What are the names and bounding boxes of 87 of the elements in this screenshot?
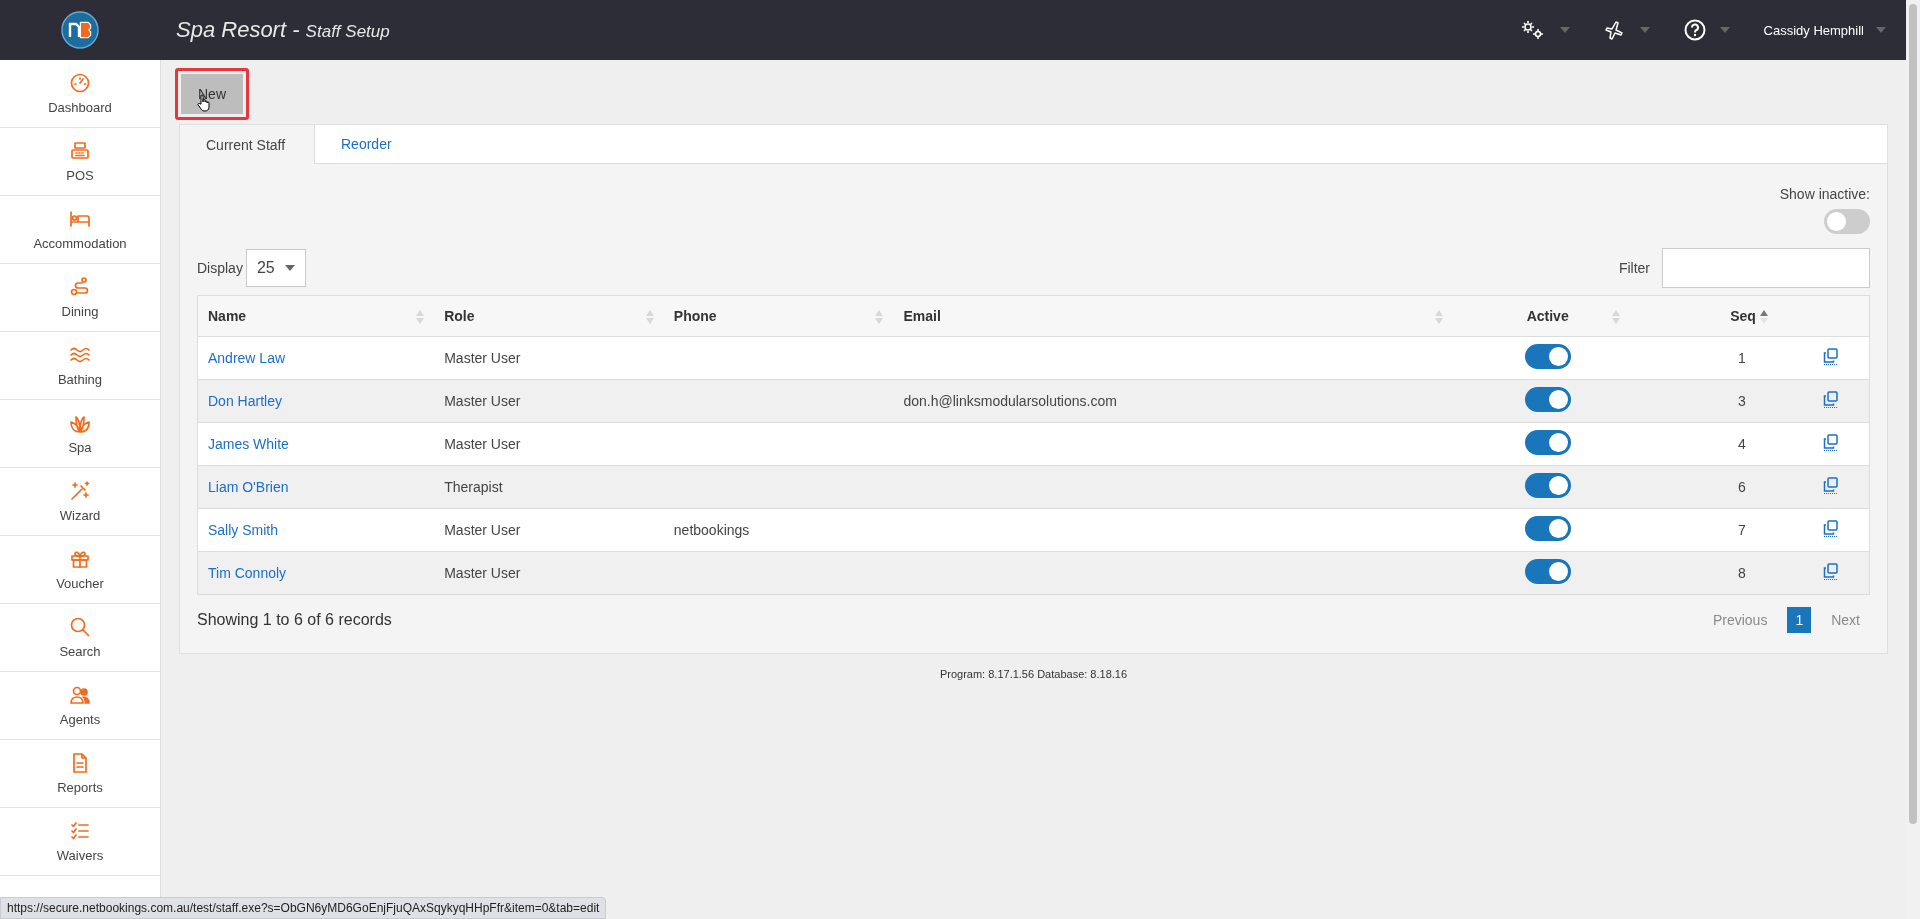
copy-icon[interactable] [1823, 477, 1840, 494]
toggle-switch[interactable] [1524, 516, 1571, 541]
table-cell: 4 [1641, 422, 1794, 466]
checklist-icon [69, 820, 91, 842]
table-cell: 6 [1641, 465, 1794, 509]
page-size-select[interactable]: 25 [245, 249, 306, 287]
toggle-switch[interactable] [1824, 209, 1870, 234]
sidebar-item[interactable]: Voucher [0, 536, 160, 604]
table-cell: Therapist [434, 465, 664, 509]
table-cell: netbookings [663, 508, 894, 552]
bed-icon [69, 208, 91, 230]
show-inactive-label: Show inactive: [1779, 186, 1870, 202]
copy-icon[interactable] [1823, 391, 1840, 408]
toggle-switch[interactable] [1524, 559, 1571, 584]
logo-icon[interactable] [61, 11, 99, 49]
column-header[interactable]: Role [434, 295, 664, 337]
toggle-switch[interactable] [1524, 387, 1571, 412]
caret-icon [1719, 27, 1730, 33]
sidebar-item[interactable]: Spa [0, 400, 160, 468]
filter-field[interactable] [1662, 248, 1870, 288]
column-header[interactable]: Active [1453, 295, 1642, 337]
sidebar-item[interactable]: Bathing [0, 332, 160, 400]
caret-icon [1639, 27, 1650, 33]
table-cell: 8 [1641, 551, 1794, 595]
status-url: https://secure.netbookings.com.au/test/staff.exe?s=ObGN6yMD6GoEnjFjuQAxSqykyqHHpFfr&item=0&tab=edit [0, 897, 607, 919]
help-icon [1683, 19, 1706, 41]
scrollbar[interactable] [1909, 4, 1917, 824]
tab[interactable]: Current Staff [180, 125, 315, 164]
help-menu[interactable] [1683, 19, 1730, 41]
settings-menu[interactable] [1519, 19, 1570, 41]
plane-icon [1603, 19, 1626, 41]
column-header[interactable]: Seq [1641, 295, 1794, 337]
staff-name-link[interactable]: Don Hartley [197, 379, 435, 423]
toggle-switch[interactable] [1524, 473, 1571, 498]
user-menu[interactable]: Cassidy Hemphill [1763, 22, 1864, 38]
copy-icon[interactable] [1823, 520, 1840, 537]
table-cell: 7 [1641, 508, 1794, 552]
gift-icon [69, 548, 91, 570]
people-icon [69, 684, 91, 706]
table-cell: Master User [434, 379, 664, 423]
table-cell: don.h@linksmodularsolutions.com [893, 379, 1454, 423]
sidebar-item[interactable]: Dashboard [0, 60, 160, 128]
search-icon [69, 616, 91, 638]
staff-name-link[interactable]: Andrew Law [197, 336, 435, 380]
page-number[interactable]: 1 [1787, 607, 1812, 633]
sidebar-item[interactable]: Search [0, 604, 160, 672]
table-cell: Master User [434, 336, 664, 380]
caret-icon [284, 265, 295, 271]
filter-label: Filter [1618, 260, 1650, 276]
staff-name-link[interactable]: Liam O'Brien [197, 465, 435, 509]
table-cell: Master User [434, 508, 664, 552]
table-cell: 1 [1641, 336, 1794, 380]
table-cell: Master User [434, 551, 664, 595]
sidebar-item[interactable]: Dining [0, 264, 160, 332]
sidebar-item[interactable]: POS [0, 128, 160, 196]
column-header[interactable]: Name [197, 295, 435, 337]
sidebar-item[interactable]: Waivers [0, 808, 160, 876]
toggle-switch[interactable] [1524, 430, 1571, 455]
toggle-switch[interactable] [1524, 344, 1571, 369]
column-header[interactable]: Email [893, 295, 1454, 337]
display-label: Display [197, 260, 243, 276]
route-icon [69, 276, 91, 298]
column-header[interactable]: Phone [663, 295, 894, 337]
sidebar-item[interactable]: Accommodation [0, 196, 160, 264]
staff-name-link[interactable]: Tim Connoly [197, 551, 435, 595]
staff-name-link[interactable]: Sally Smith [197, 508, 435, 552]
settings-icon [1519, 19, 1546, 41]
copy-icon[interactable] [1823, 563, 1840, 580]
sidebar-item[interactable]: Agents [0, 672, 160, 740]
table-cell: Master User [434, 422, 664, 466]
sidebar-item[interactable]: Reports [0, 740, 160, 808]
caret-icon [1876, 27, 1886, 33]
new-button[interactable]: New [181, 74, 243, 114]
records-summary: Showing 1 to 6 of 6 records [197, 611, 392, 629]
table-cell: 3 [1641, 379, 1794, 423]
page-title: Spa Resort - Staff Setup [176, 17, 391, 43]
tools-menu[interactable] [1603, 19, 1650, 41]
tab[interactable]: Reorder [315, 125, 418, 163]
copy-icon[interactable] [1823, 348, 1840, 365]
cash-register-icon [69, 140, 91, 162]
gauge-icon [69, 72, 91, 94]
staff-name-link[interactable]: James White [197, 422, 435, 466]
caret-icon [1559, 27, 1570, 33]
version-info: Program: 8.17.1.56 Database: 8.18.16 [938, 668, 1129, 680]
copy-icon[interactable] [1823, 434, 1840, 451]
sidebar-item[interactable]: Wizard [0, 468, 160, 536]
magic-wand-icon [69, 480, 91, 502]
